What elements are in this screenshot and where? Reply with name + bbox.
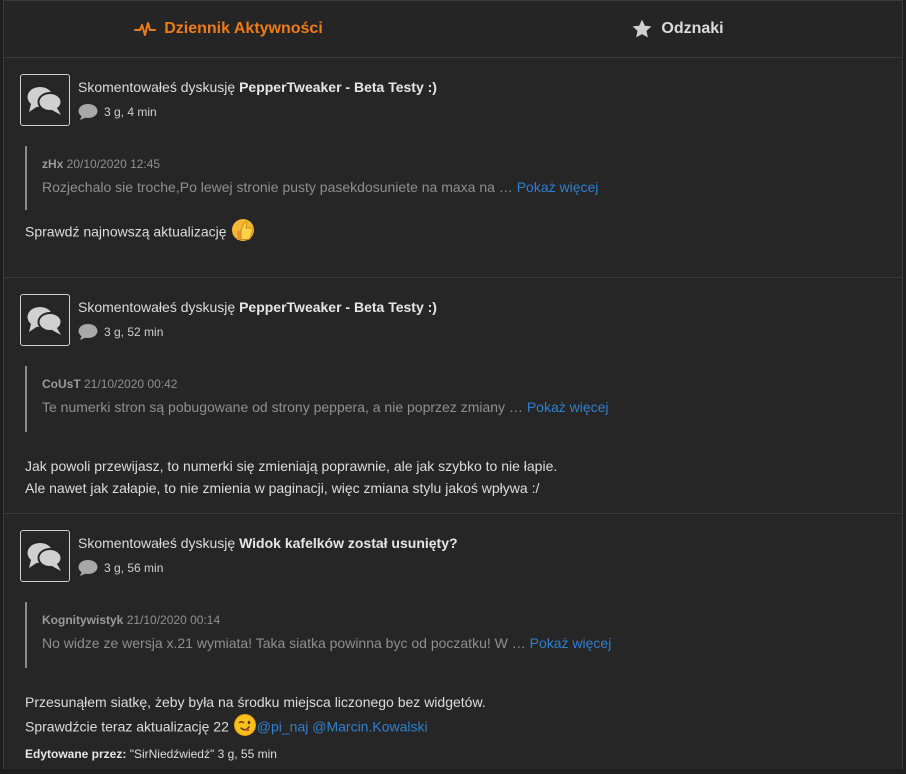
comment-icon: [78, 104, 98, 120]
quote-text: No widze ze wersja x.21 wymiata! Taka si…: [42, 635, 530, 651]
comment-line: Ale nawet jak załapie, to nie zmienia w …: [25, 480, 540, 496]
comment-line: Sprawdźcie teraz aktualizację 22: [25, 718, 233, 735]
quote-author[interactable]: zHx: [42, 157, 63, 171]
tab-badges-label: Odznaki: [661, 20, 724, 37]
discussion-link[interactable]: PepperTweaker - Beta Testy :): [239, 299, 437, 315]
show-more-link[interactable]: Pokaż więcej: [530, 635, 612, 651]
comment-line: Przesunąłem siatkę, żeby była na środku …: [25, 694, 486, 710]
comment-avatar: [20, 530, 70, 582]
comment-avatar: [20, 294, 70, 346]
quoted-comment: zHx 20/10/2020 12:45 Rozjechalo sie troc…: [25, 146, 598, 210]
entry-title: Skomentowałeś dyskusję PepperTweaker - B…: [78, 79, 437, 95]
comment-line: Sprawdź najnowszą aktualizację: [25, 223, 231, 240]
user-mention[interactable]: @Marcin.Kowalski: [312, 719, 427, 735]
winking-emoji: [233, 713, 257, 743]
entry-action-text: Skomentowałeś dyskusję: [78, 79, 240, 95]
entry-action-text: Skomentowałeś dyskusję: [78, 535, 240, 551]
tab-badges[interactable]: Odznaki: [453, 1, 902, 57]
quote-text: Te numerki stron są pobugowane od strony…: [42, 399, 527, 415]
quote-date: 20/10/2020 12:45: [63, 157, 161, 171]
entry-title: Skomentowałeś dyskusję PepperTweaker - B…: [78, 299, 437, 315]
entry-meta: 3 g, 56 min: [78, 560, 458, 576]
entry-time: 3 g, 56 min: [104, 561, 164, 575]
entry-title: Skomentowałeś dyskusję Widok kafelków zo…: [78, 535, 458, 551]
edited-label: Edytowane przez:: [25, 747, 127, 761]
comment-line: Jak powoli przewijasz, to numerki się zm…: [25, 458, 558, 474]
activity-panel: Dziennik Aktywności Odznaki Skomentowałe…: [3, 0, 903, 769]
entry-meta: 3 g, 4 min: [78, 104, 437, 120]
comment-body: Jak powoli przewijasz, to numerki się zm…: [25, 455, 557, 499]
comment-icon: [78, 560, 98, 576]
edited-value: "SirNiedźwiedź" 3 g, 55 min: [126, 747, 277, 761]
show-more-link[interactable]: Pokaż więcej: [517, 179, 599, 195]
entry-meta: 3 g, 52 min: [78, 324, 437, 340]
comment-icon: [78, 324, 98, 340]
entry-action-text: Skomentowałeś dyskusję: [78, 299, 240, 315]
activity-pulse-icon: [134, 22, 157, 36]
discussion-link[interactable]: PepperTweaker - Beta Testy :): [239, 79, 437, 95]
quoted-comment: CoUsT 21/10/2020 00:42 Te numerki stron …: [25, 366, 609, 432]
user-mention[interactable]: @pi_naj: [257, 719, 309, 735]
show-more-link[interactable]: Pokaż więcej: [527, 399, 609, 415]
discussion-link[interactable]: Widok kafelków został usunięty?: [239, 535, 457, 551]
quote-date: 21/10/2020 00:14: [123, 613, 221, 627]
entry-time: 3 g, 4 min: [104, 105, 157, 119]
speech-bubbles-icon: [27, 543, 63, 571]
quote-author[interactable]: Kognitywistyk: [42, 613, 123, 627]
quote-date: 21/10/2020 00:42: [80, 377, 178, 391]
entry-time: 3 g, 52 min: [104, 325, 164, 339]
activity-entry: Skomentowałeś dyskusję PepperTweaker - B…: [4, 278, 902, 514]
tab-activity-label: Dziennik Aktywności: [164, 20, 323, 37]
tab-activity-log[interactable]: Dziennik Aktywności: [4, 1, 453, 57]
star-icon: [633, 19, 652, 38]
edited-note: Edytowane przez: "SirNiedźwiedź" 3 g, 55…: [25, 746, 486, 762]
thumbs-up-emoji: [230, 217, 256, 249]
quoted-comment: Kognitywistyk 21/10/2020 00:14 No widze …: [25, 602, 611, 668]
quote-author[interactable]: CoUsT: [42, 377, 81, 391]
speech-bubbles-icon: [27, 307, 63, 335]
activity-entry: Skomentowałeś dyskusję Widok kafelków zo…: [4, 514, 902, 774]
comment-body: Przesunąłem siatkę, żeby była na środku …: [25, 691, 486, 762]
speech-bubbles-icon: [27, 87, 63, 115]
comment-avatar: [20, 74, 70, 126]
activity-entry: Skomentowałeś dyskusję PepperTweaker - B…: [4, 58, 902, 278]
quote-text: Rozjechalo sie troche,Po lewej stronie p…: [42, 179, 517, 195]
tab-bar: Dziennik Aktywności Odznaki: [4, 1, 902, 58]
comment-body: Sprawdź najnowszą aktualizację: [25, 217, 256, 249]
